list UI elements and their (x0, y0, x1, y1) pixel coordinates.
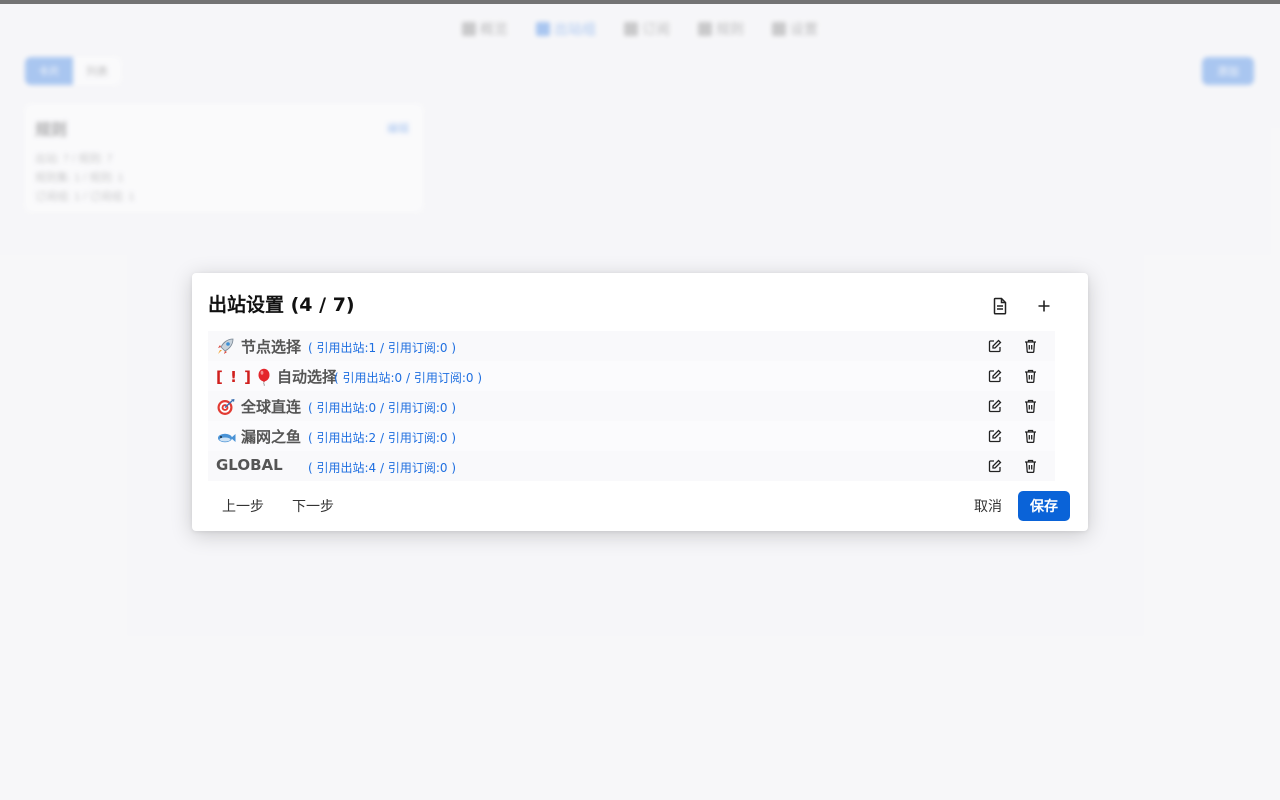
delete-button[interactable] (1021, 457, 1039, 475)
trash-icon (1024, 399, 1036, 413)
list-item[interactable]: 节点选择 ( 引用出站:1 / 引用订阅:0 ) (208, 331, 1055, 361)
outbound-list: 节点选择 ( 引用出站:1 / 引用订阅:0 ) [ ! ] 自动选择 (引用… (208, 331, 1055, 481)
outbound-name: [ ! ] 自动选择 (216, 366, 337, 387)
add-outbound-button[interactable] (1030, 293, 1058, 319)
outbound-ref-count: ( 引用出站:0 / 引用订阅:0 ) (308, 401, 457, 415)
outbound-name: 节点选择 (216, 336, 301, 357)
trash-icon (1024, 429, 1036, 443)
outbound-ref-count: ( 引用出站:2 / 引用订阅:0 ) (308, 431, 457, 445)
trash-icon (1024, 369, 1036, 383)
delete-button[interactable] (1021, 337, 1039, 355)
outbound-name: 漏网之鱼 (216, 426, 301, 447)
fish-icon (216, 428, 236, 446)
list-item[interactable]: GLOBAL ( 引用出站:4 / 引用订阅:0 ) (208, 451, 1055, 481)
edit-icon (988, 369, 1002, 383)
edit-icon (988, 429, 1002, 443)
list-item[interactable]: [ ! ] 自动选择 ( 引用出站:0 / 引用订阅:0 ) (208, 361, 1055, 391)
edit-icon (988, 339, 1002, 353)
edit-button[interactable] (986, 427, 1004, 445)
view-source-button[interactable] (986, 293, 1014, 319)
outbound-ref-count: ( 引用出站:1 / 引用订阅:0 ) (308, 341, 457, 355)
rocket-icon (216, 338, 236, 356)
file-icon (993, 297, 1007, 315)
trash-icon (1024, 459, 1036, 473)
next-step-button[interactable]: 下一步 (284, 492, 342, 520)
plus-icon (1038, 300, 1050, 312)
outbound-ref-count: ( 引用出站:0 / 引用订阅:0 ) (334, 371, 483, 385)
outbound-name: 全球直连 (216, 396, 301, 417)
list-item[interactable]: 全球直连 ( 引用出站:0 / 引用订阅:0 ) (208, 391, 1055, 421)
delete-button[interactable] (1021, 427, 1039, 445)
delete-button[interactable] (1021, 367, 1039, 385)
cancel-button[interactable]: 取消 (962, 492, 1014, 520)
outbound-name: GLOBAL (216, 456, 283, 474)
edit-icon (988, 399, 1002, 413)
outbound-name-text: 全球直连 (241, 398, 302, 416)
target-icon (216, 398, 236, 416)
save-button[interactable]: 保存 (1018, 491, 1070, 521)
prev-step-button[interactable]: 上一步 (214, 492, 272, 520)
delete-button[interactable] (1021, 397, 1039, 415)
outbound-name-text: 节点选择 (241, 338, 302, 356)
outbound-name-text: 漏网之鱼 (241, 428, 302, 446)
outbound-name-text: GLOBAL (216, 456, 283, 474)
outbound-settings-dialog: 出站设置 (4 / 7) 节点选择 (引用出站:1 / 引用订阅:0) [… (192, 273, 1088, 531)
balloon-icon (255, 368, 273, 386)
edit-button[interactable] (986, 337, 1004, 355)
edit-button[interactable] (986, 367, 1004, 385)
edit-button[interactable] (986, 457, 1004, 475)
outbound-name-text: 自动选择 (277, 368, 338, 386)
outbound-ref-count: ( 引用出站:4 / 引用订阅:0 ) (308, 461, 457, 475)
outbound-name-prefix: [ ! ] (216, 367, 252, 386)
edit-icon (988, 459, 1002, 473)
edit-button[interactable] (986, 397, 1004, 415)
list-item[interactable]: 漏网之鱼 ( 引用出站:2 / 引用订阅:0 ) (208, 421, 1055, 451)
trash-icon (1024, 339, 1036, 353)
dialog-title: 出站设置 (4 / 7) (208, 294, 355, 316)
